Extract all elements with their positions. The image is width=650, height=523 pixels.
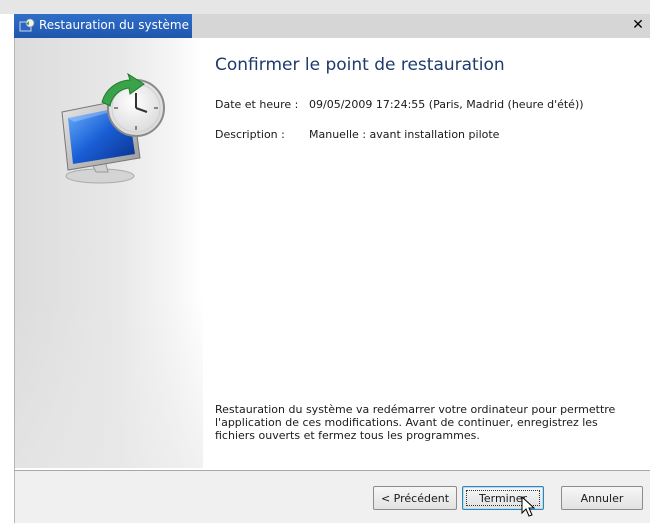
window-title: Restauration du système [39, 18, 189, 32]
footer-bar [15, 471, 650, 523]
mouse-pointer-icon [521, 496, 536, 517]
date-row: Date et heure : 09/05/2009 17:24:55 (Pari… [215, 98, 584, 111]
description-row: Description : Manuelle : avant installati… [215, 128, 499, 141]
description-label: Description : [215, 128, 285, 141]
date-label: Date et heure : [215, 98, 299, 111]
system-restore-dialog: Restauration du système ✕ Confirmer le p… [0, 0, 650, 523]
restart-notice: Restauration du système va redémarrer vo… [215, 403, 616, 442]
cancel-button[interactable]: Annuler [561, 486, 643, 510]
close-icon: ✕ [632, 17, 644, 33]
description-value: Manuelle : avant installation pilote [309, 128, 500, 141]
system-restore-monitor-clock-icon [61, 72, 165, 184]
close-button[interactable]: ✕ [630, 17, 646, 33]
title-bar-active: Restauration du système [14, 14, 192, 38]
system-restore-icon [19, 18, 35, 32]
date-value: 09/05/2009 17:24:55 (Paris, Madrid (heur… [309, 98, 584, 111]
page-title: Confirmer le point de restauration [215, 55, 505, 75]
left-banner-fade [15, 300, 203, 468]
previous-button[interactable]: < Précédent [373, 486, 457, 510]
desktop-strip [0, 0, 650, 14]
title-bar[interactable]: Restauration du système ✕ [14, 14, 650, 38]
